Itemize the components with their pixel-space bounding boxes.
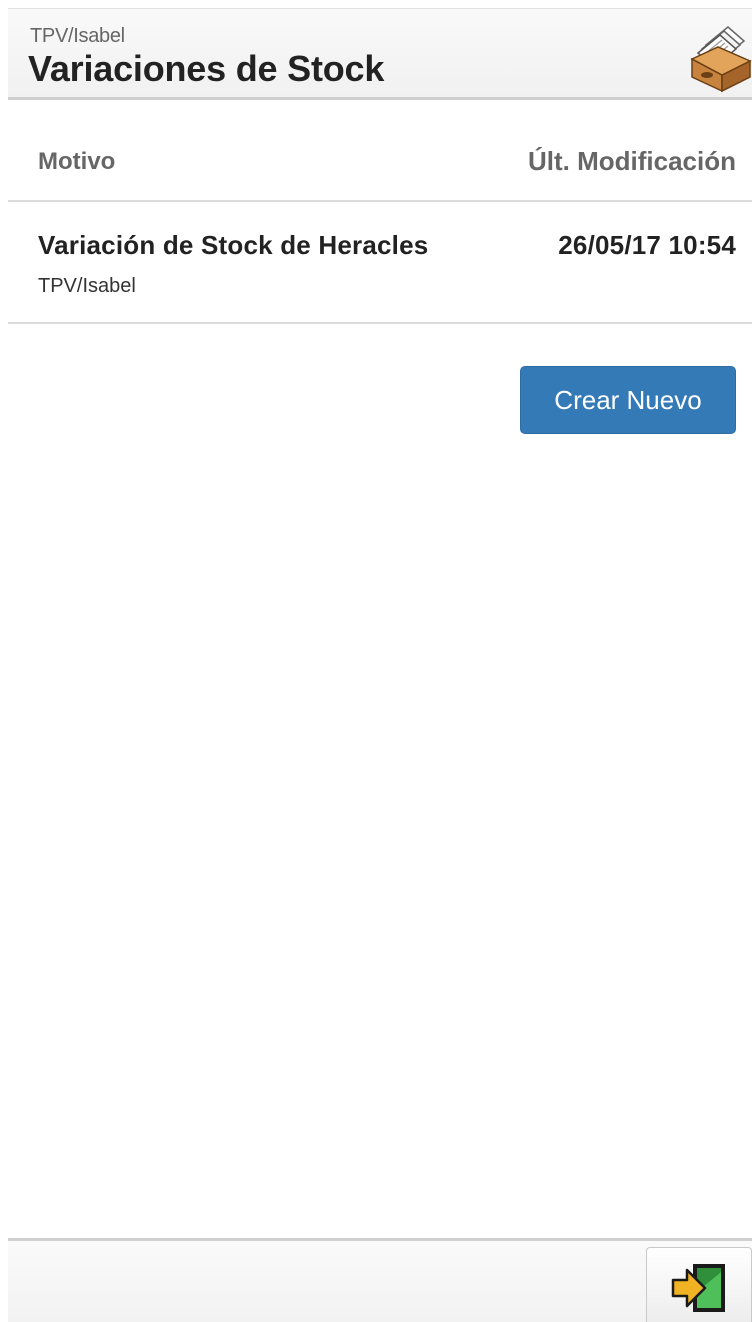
header-subtitle: TPV/Isabel [30, 25, 125, 47]
page-header: TPV/Isabel Variaciones de Stock [8, 8, 752, 100]
column-header-last-modified[interactable]: Últ. Modificación [528, 146, 736, 177]
page: TPV/Isabel Variaciones de Stock Motivo Ú [0, 0, 752, 1322]
stock-box-icon [688, 23, 752, 93]
row-subtitle: TPV/Isabel [38, 275, 136, 297]
footer-bar [8, 1238, 752, 1322]
table-row[interactable]: Variación de Stock de Heracles TPV/Isabe… [8, 202, 752, 324]
column-header-motivo[interactable]: Motivo [38, 148, 115, 176]
row-title: Variación de Stock de Heracles [38, 230, 429, 260]
create-new-button[interactable]: Crear Nuevo [520, 366, 736, 434]
row-date: 26/05/17 10:54 [558, 230, 736, 260]
exit-button[interactable] [646, 1247, 752, 1322]
stock-variations-table: Motivo Últ. Modificación Variación de St… [8, 112, 752, 324]
page-title: Variaciones de Stock [28, 48, 385, 89]
exit-door-icon [671, 1264, 725, 1312]
table-header: Motivo Últ. Modificación [8, 112, 752, 202]
